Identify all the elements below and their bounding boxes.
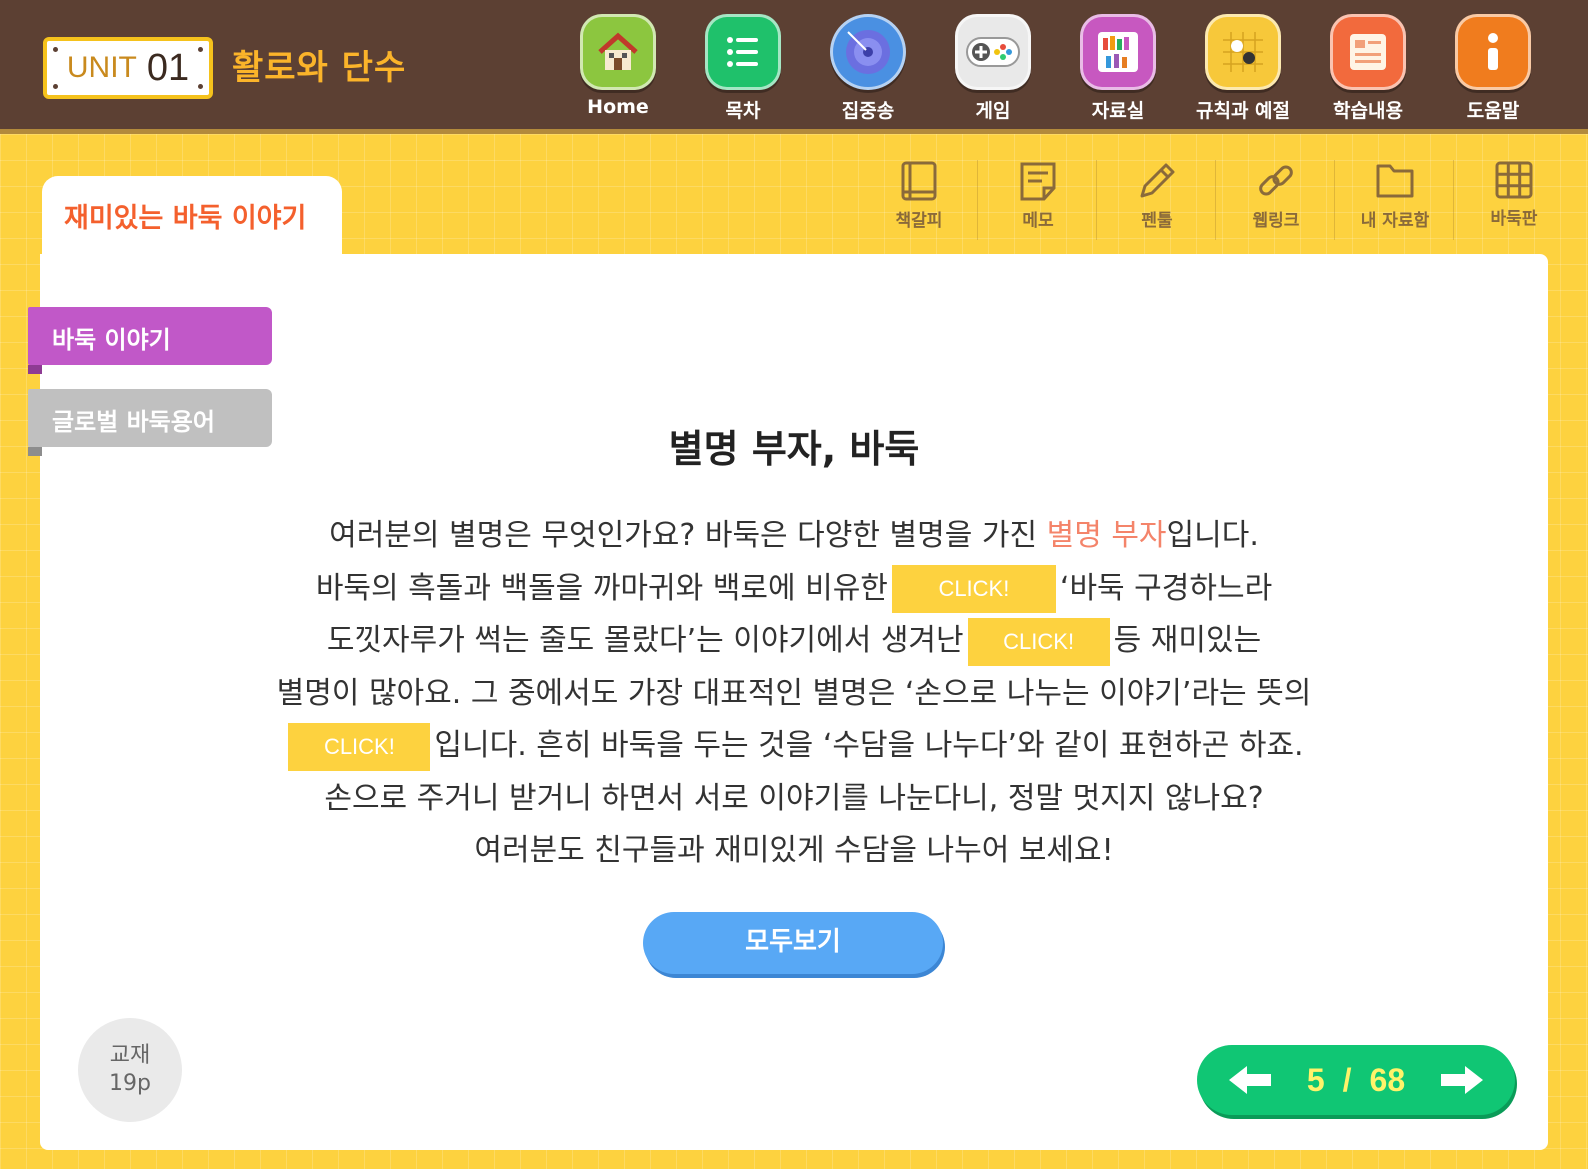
text: ‘바둑 구경하느라: [1059, 570, 1273, 606]
nav-label: 집중송: [841, 100, 895, 122]
arrow-left-icon: [1229, 1066, 1271, 1094]
divider: [1096, 160, 1097, 240]
nav-label: 목차: [725, 100, 761, 122]
section-tab[interactable]: 재미있는 바둑 이야기: [42, 176, 342, 256]
tool-label: 웹링크: [1252, 211, 1300, 231]
divider: [1453, 160, 1454, 240]
textbook-page-badge: 교재 19p: [78, 1018, 182, 1122]
nav-home[interactable]: Home: [563, 14, 673, 126]
section-tab-label: 재미있는 바둑 이야기: [64, 203, 307, 234]
textbook-label: 교재: [109, 1043, 151, 1068]
text: 등 재미있는: [1113, 623, 1262, 658]
highlight-text: 별명 부자: [1046, 518, 1167, 553]
link-icon: [1259, 165, 1293, 196]
nav-label: 게임: [975, 100, 1011, 122]
text: 바둑의 흑돌과 백돌을 까마귀와 백로에 비유한: [315, 570, 888, 606]
tool-bookmark[interactable]: 책갈피: [869, 160, 969, 231]
side-menu-label: 바둑 이야기: [52, 326, 171, 354]
story-text: 여러분의 별명은 무엇인가요? 바둑은 다양한 별명을 가진 별명 부자입니다.…: [240, 510, 1348, 878]
text-line: 별명이 많아요. 그 중에서도 가장 대표적인 별명은 ‘손으로 나누는 이야기…: [276, 675, 1312, 711]
click-reveal-button[interactable]: CLICK!: [967, 617, 1110, 666]
nav-label: 학습내용: [1333, 100, 1403, 122]
tool-weblink[interactable]: 웹링크: [1226, 160, 1326, 231]
pagination: 5 / 68: [1197, 1045, 1515, 1115]
notepad-icon: [1330, 14, 1406, 90]
click-reveal-button[interactable]: CLICK!: [288, 722, 431, 771]
nav-help[interactable]: 도움말: [1438, 14, 1548, 126]
tool-my-folder[interactable]: 내 자료함: [1345, 160, 1445, 231]
text: 여러분의 별명은 무엇인가요? 바둑은 다양한 별명을 가진: [329, 518, 1047, 553]
click-reveal-button[interactable]: CLICK!: [891, 565, 1056, 613]
disc-icon: [830, 14, 906, 90]
info-icon: [1455, 14, 1531, 90]
text: 입니다.: [1166, 518, 1259, 553]
divider: [977, 160, 978, 240]
text-line: 도낏자루가 썩는 줄도 몰랐다’는 이야기에서 생겨난 CLICK! 등 재미있는: [240, 615, 1348, 668]
top-bar: UNIT 01 활로와 단수 Home 목차 집중송 게임 자료실 규칙과 예절…: [0, 0, 1588, 134]
nav-contents[interactable]: 목차: [688, 14, 798, 126]
unit-badge: UNIT 01: [43, 37, 213, 99]
gamepad-icon: [955, 14, 1031, 90]
memo-icon: [1020, 162, 1056, 201]
textbook-page: 19p: [109, 1071, 151, 1096]
page-title: 별명 부자, 바둑: [668, 427, 920, 471]
unit-title: 활로와 단수: [232, 48, 407, 88]
tool-memo[interactable]: 메모: [988, 160, 1088, 231]
unit-word: UNIT: [66, 51, 137, 84]
bookmark-icon: [901, 161, 937, 201]
page-indicator: 5 / 68: [1307, 1062, 1405, 1099]
tool-go-board[interactable]: 바둑판: [1464, 160, 1564, 229]
nav-label: 자료실: [1091, 100, 1145, 122]
text: 입니다. 흔히 바둑을 두는 것을 ‘수담을 나누다’와 같이 표현하곤 하죠.: [434, 728, 1304, 763]
go-board-icon: [1205, 14, 1281, 90]
grid-icon: [1495, 161, 1533, 199]
divider: [1334, 160, 1335, 240]
text-line: 여러분의 별명은 무엇인가요? 바둑은 다양한 별명을 가진 별명 부자입니다.: [240, 510, 1348, 563]
nav-song[interactable]: 집중송: [813, 14, 923, 126]
text-line: 바둑의 흑돌과 백돌을 까마귀와 백로에 비유한 CLICK! ‘바둑 구경하느라: [240, 563, 1348, 616]
tool-label: 메모: [1022, 211, 1054, 231]
tool-pen[interactable]: 펜툴: [1107, 160, 1207, 231]
nav-label: 도움말: [1466, 100, 1520, 122]
page-separator: /: [1342, 1061, 1352, 1098]
nav-label: 규칙과 예절: [1195, 100, 1290, 122]
ribbon-fold: [28, 365, 42, 374]
text-line: 손으로 주거니 받거니 하면서 서로 이야기를 나눈다니, 정말 멋지지 않나요…: [324, 780, 1264, 816]
current-page: 5: [1306, 1061, 1325, 1098]
tool-label: 펜툴: [1141, 211, 1173, 231]
text: 도낏자루가 썩는 줄도 몰랐다’는 이야기에서 생겨난: [326, 623, 964, 658]
divider: [1215, 160, 1216, 240]
nav-label: Home: [587, 96, 649, 118]
side-menu-go-story[interactable]: 바둑 이야기: [28, 307, 272, 374]
text-line: 여러분도 친구들과 재미있게 수담을 나누어 보세요!: [474, 833, 1114, 868]
next-page-button[interactable]: [1439, 1064, 1485, 1096]
home-icon: [580, 14, 656, 90]
tool-label: 내 자료함: [1360, 211, 1430, 231]
prev-page-button[interactable]: [1227, 1064, 1273, 1096]
nav-learning[interactable]: 학습내용: [1313, 14, 1423, 126]
arrow-right-icon: [1441, 1066, 1483, 1094]
bookshelf-icon: [1080, 14, 1156, 90]
text-line: CLICK! 입니다. 흔히 바둑을 두는 것을 ‘수담을 나누다’와 같이 표현…: [240, 720, 1348, 773]
folder-icon: [1376, 164, 1414, 198]
nav-rules[interactable]: 규칙과 예절: [1188, 14, 1298, 126]
pen-icon: [1140, 163, 1175, 198]
view-all-button[interactable]: 모두보기: [643, 912, 943, 974]
unit-number: 01: [146, 46, 190, 89]
total-pages: 68: [1369, 1061, 1406, 1098]
nav-library[interactable]: 자료실: [1063, 14, 1173, 126]
tool-label: 책갈피: [895, 211, 943, 231]
nav-game[interactable]: 게임: [938, 14, 1048, 126]
tool-label: 바둑판: [1490, 209, 1538, 229]
list-icon: [705, 14, 781, 90]
